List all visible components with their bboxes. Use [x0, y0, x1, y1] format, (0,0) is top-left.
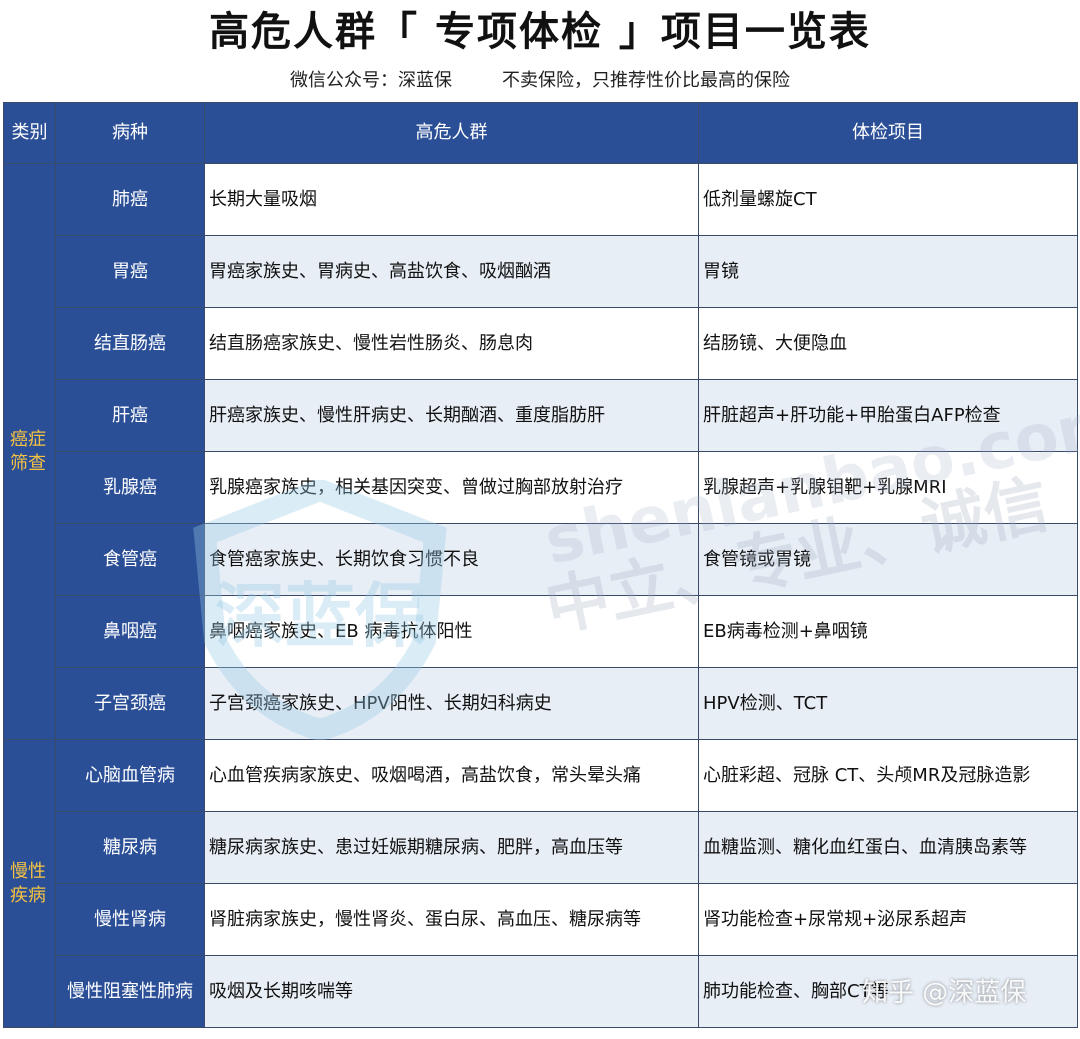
disease-cell: 结直肠癌: [55, 307, 205, 380]
category-cancer-screening: 癌症 筛查: [3, 163, 56, 740]
high-risk-cell: 糖尿病家族史、患过妊娠期糖尿病、肥胖，高血压等: [204, 811, 699, 884]
high-risk-cell: 吸烟及长期咳喘等: [204, 955, 699, 1028]
exam-cell: HPV检测、TCT: [698, 667, 1078, 740]
exam-cell: EB病毒检测+鼻咽镜: [698, 595, 1078, 668]
high-risk-cell: 鼻咽癌家族史、EB 病毒抗体阳性: [204, 595, 699, 668]
table-row: 慢性 疾病 心脑血管病 心血管疾病家族史、吸烟喝酒，高盐饮食，常头晕头痛 心脏彩超…: [3, 739, 1078, 1028]
table-row: 肝癌 肝癌家族史、慢性肝病史、长期酗酒、重度脂肪肝 肝脏超声+肝功能+甲胎蛋白A…: [4, 379, 1078, 452]
disease-cell: 慢性阻塞性肺病: [55, 955, 205, 1028]
exam-cell: 肾功能检查+尿常规+泌尿系超声: [698, 883, 1078, 956]
high-risk-cell: 结直肠癌家族史、慢性岩性肠炎、肠息肉: [204, 307, 699, 380]
high-risk-cell: 肾脏病家族史，慢性肾炎、蛋白尿、高血压、糖尿病等: [204, 883, 699, 956]
disease-cell: 鼻咽癌: [55, 595, 205, 668]
disease-cell: 子宫颈癌: [55, 667, 205, 740]
page-title: 高危人群「 专项体检 」项目一览表: [209, 9, 871, 55]
exam-cell: 血糖监测、糖化血红蛋白、血清胰岛素等: [698, 811, 1078, 884]
header-category: 类别: [3, 102, 56, 164]
exam-cell: 食管镜或胃镜: [698, 523, 1078, 596]
disease-cell: 心脑血管病: [55, 739, 205, 812]
disease-cell: 食管癌: [55, 523, 205, 596]
high-risk-cell: 长期大量吸烟: [204, 163, 699, 236]
disease-cell: 肺癌: [55, 163, 205, 236]
high-risk-cell: 食管癌家族史、长期饮食习惯不良: [204, 523, 699, 596]
subtitle-slogan: 不卖保险，只推荐性价比最高的保险: [502, 70, 790, 91]
subtitle: 微信公众号：深蓝保 不卖保险，只推荐性价比最高的保险: [0, 66, 1080, 96]
exam-cell: 心脏彩超、冠脉 CT、头颅MR及冠脉造影: [698, 739, 1078, 812]
table-row: 慢性肾病 肾脏病家族史，慢性肾炎、蛋白尿、高血压、糖尿病等 肾功能检查+尿常规+…: [4, 883, 1078, 956]
table-row: 鼻咽癌 鼻咽癌家族史、EB 病毒抗体阳性 EB病毒检测+鼻咽镜: [4, 595, 1078, 668]
zhihu-credit: 知乎 @深蓝保: [862, 978, 1027, 1008]
exam-cell: 结肠镜、大便隐血: [698, 307, 1078, 380]
high-risk-cell: 肝癌家族史、慢性肝病史、长期酗酒、重度脂肪肝: [204, 379, 699, 452]
exam-cell: 肝脏超声+肝功能+甲胎蛋白AFP检查: [698, 379, 1078, 452]
disease-cell: 糖尿病: [55, 811, 205, 884]
table-row: 结直肠癌 结直肠癌家族史、慢性岩性肠炎、肠息肉 结肠镜、大便隐血: [4, 307, 1078, 380]
table-row: 食管癌 食管癌家族史、长期饮食习惯不良 食管镜或胃镜: [4, 523, 1078, 596]
table-row: 糖尿病 糖尿病家族史、患过妊娠期糖尿病、肥胖，高血压等 血糖监测、糖化血红蛋白、…: [4, 811, 1078, 884]
high-risk-cell: 子宫颈癌家族史、HPV阳性、长期妇科病史: [204, 667, 699, 740]
category-chronic-disease: 慢性 疾病: [3, 739, 56, 1028]
table-header-row: 类别 病种 高危人群 体检项目: [3, 102, 1078, 164]
table-row: 乳腺癌 乳腺癌家族史，相关基因突变、曾做过胸部放射治疗 乳腺超声+乳腺钼靶+乳腺…: [4, 451, 1078, 524]
exam-cell: 乳腺超声+乳腺钼靶+乳腺MRI: [698, 451, 1078, 524]
disease-cell: 乳腺癌: [55, 451, 205, 524]
header-exams: 体检项目: [698, 102, 1078, 164]
header-disease: 病种: [55, 102, 205, 164]
exam-table: 类别 病种 高危人群 体检项目 癌症 筛查 肺癌 长期大量吸烟 低剂量螺旋CT 胃…: [3, 102, 1078, 1028]
disease-cell: 胃癌: [55, 235, 205, 308]
exam-cell: 低剂量螺旋CT: [698, 163, 1078, 236]
high-risk-cell: 乳腺癌家族史，相关基因突变、曾做过胸部放射治疗: [204, 451, 699, 524]
high-risk-cell: 心血管疾病家族史、吸烟喝酒，高盐饮食，常头晕头痛: [204, 739, 699, 812]
disease-cell: 慢性肾病: [55, 883, 205, 956]
subtitle-account: 微信公众号：深蓝保: [290, 70, 452, 91]
exam-cell: 胃镜: [698, 235, 1078, 308]
header-high-risk: 高危人群: [204, 102, 699, 164]
disease-cell: 肝癌: [55, 379, 205, 452]
table-row: 癌症 筛查 肺癌 长期大量吸烟 低剂量螺旋CT: [3, 163, 1078, 740]
table-row: 胃癌 胃癌家族史、胃病史、高盐饮食、吸烟酗酒 胃镜: [4, 235, 1078, 308]
table-row: 子宫颈癌 子宫颈癌家族史、HPV阳性、长期妇科病史 HPV检测、TCT: [4, 667, 1078, 740]
high-risk-cell: 胃癌家族史、胃病史、高盐饮食、吸烟酗酒: [204, 235, 699, 308]
